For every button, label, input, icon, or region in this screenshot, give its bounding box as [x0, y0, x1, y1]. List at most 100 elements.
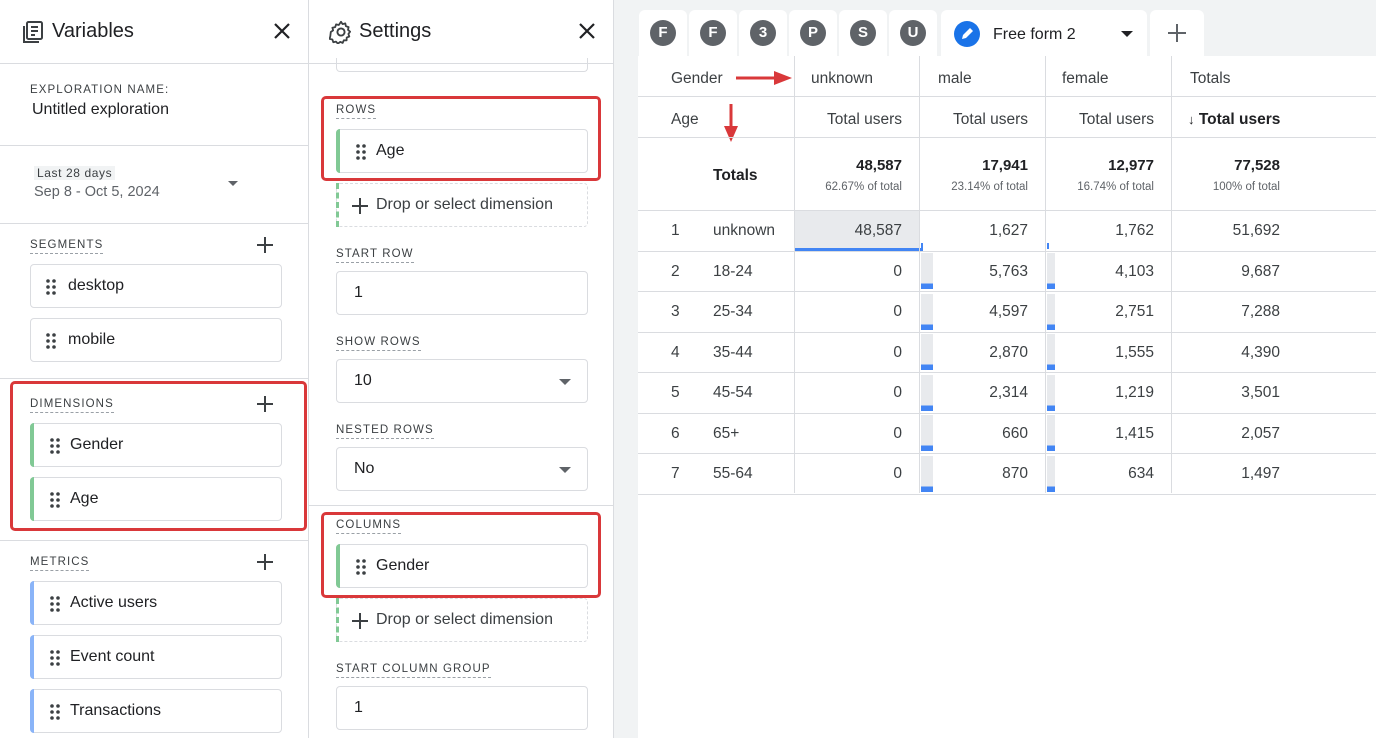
table-cell: 1,555	[1115, 343, 1154, 361]
rows-dimension-chip[interactable]: Age	[336, 129, 588, 173]
tab-letter: F	[700, 20, 726, 46]
start-row-input[interactable]: 1	[336, 271, 588, 315]
tab-u[interactable]: U	[889, 10, 937, 56]
start-row-label: START ROW	[336, 248, 414, 263]
close-icon[interactable]	[575, 19, 599, 43]
add-tab-button[interactable]	[1150, 10, 1204, 56]
start-column-group-value: 1	[354, 699, 363, 716]
ga4-exploration: Variables EXPLORATION NAME: Untitled exp…	[0, 0, 1376, 738]
exploration-canvas: F F 3 P S U Free form 2 Gender unknown m…	[638, 0, 1376, 738]
table-row[interactable]: 6 65+ 0 660 1,415 2,057	[638, 414, 1376, 454]
tab-f1[interactable]: F	[639, 10, 687, 56]
add-dimension-icon[interactable]	[255, 394, 275, 414]
segment-chip[interactable]: mobile	[30, 318, 282, 362]
dimension-chip-gender[interactable]: Gender	[30, 423, 282, 467]
drop-zone-label: Drop or select dimension	[376, 611, 553, 628]
value-bar	[1047, 455, 1055, 492]
plus-icon	[352, 198, 368, 214]
table-cell: 4,597	[989, 303, 1028, 320]
show-rows-select[interactable]: 10	[336, 359, 588, 403]
segment-chip[interactable]: desktop	[30, 264, 282, 308]
exploration-name-label: EXPLORATION NAME:	[30, 84, 170, 96]
sort-arrow-icon: ↓	[1188, 112, 1195, 127]
table-cell: 7,288	[1241, 303, 1280, 320]
row-index: 7	[671, 465, 680, 482]
value-bar	[1047, 374, 1055, 411]
show-rows-label: SHOW ROWS	[336, 336, 421, 351]
column-header-unknown[interactable]: unknown	[811, 70, 873, 88]
columns-dimension-chip[interactable]: Gender	[336, 544, 588, 588]
rows-label: ROWS	[336, 104, 377, 119]
rows-dimension-label: Age	[376, 142, 405, 159]
row-dimension-header[interactable]: Age	[671, 111, 699, 129]
panel-gutter	[614, 0, 638, 738]
value-bar	[921, 374, 933, 411]
add-metric-icon[interactable]	[255, 552, 275, 572]
drop-zone-label: Drop or select dimension	[376, 196, 553, 213]
row-divider	[638, 493, 1376, 495]
metric-color-bar	[30, 581, 34, 625]
close-icon[interactable]	[270, 19, 294, 43]
table-row[interactable]: 7 55-64 0 870 634 1,497	[638, 454, 1376, 495]
exploration-name-input[interactable]: Untitled exploration	[32, 101, 169, 119]
table-cell: 2,751	[1115, 303, 1154, 320]
columns-drop-zone[interactable]: Drop or select dimension	[336, 598, 588, 642]
table-cell: 0	[893, 424, 902, 442]
variables-panel: Variables EXPLORATION NAME: Untitled exp…	[0, 0, 309, 738]
table-row[interactable]: 4 35-44 0 2,870 1,555 4,390	[638, 333, 1376, 373]
metric-label: Event count	[70, 648, 155, 665]
table-cell: 2,314	[989, 384, 1028, 401]
tab-f2[interactable]: F	[689, 10, 737, 56]
row-index: 4	[671, 343, 680, 361]
table-row[interactable]: 5 45-54 0 2,314 1,219 3,501	[638, 373, 1376, 414]
column-header-male[interactable]: male	[938, 70, 972, 88]
row-age-label: 18-24	[713, 262, 753, 280]
column-dimension-header[interactable]: Gender	[671, 70, 723, 88]
table-row[interactable]: 2 18-24 0 5,763 4,103 9,687	[638, 252, 1376, 292]
column-header-female[interactable]: female	[1062, 70, 1109, 88]
row-age-label: 35-44	[713, 343, 753, 361]
dimension-color-bar	[336, 544, 340, 588]
row-index: 2	[671, 262, 680, 280]
metric-header[interactable]: Total users	[1047, 111, 1154, 129]
table-cell: 1,415	[1115, 424, 1154, 442]
table-cell: 9,687	[1241, 262, 1280, 280]
value-bar	[921, 455, 933, 492]
rows-drop-zone[interactable]: Drop or select dimension	[336, 183, 588, 227]
metric-header[interactable]: Total users	[921, 111, 1028, 129]
metric-chip-transactions[interactable]: Transactions	[30, 689, 282, 733]
add-segment-icon[interactable]	[255, 235, 275, 255]
tab-3[interactable]: 3	[739, 10, 787, 56]
tab-menu-chevron-icon[interactable]	[1121, 31, 1133, 37]
metric-header-sorted[interactable]: ↓ Total users	[1188, 111, 1280, 129]
tab-free-form-2[interactable]: Free form 2	[941, 10, 1147, 56]
table-cell: 0	[893, 343, 902, 361]
table-row[interactable]: 1 unknown 48,587 1,627 1,762 51,692	[638, 211, 1376, 252]
metric-chip-event-count[interactable]: Event count	[30, 635, 282, 679]
total-percent: 100% of total	[1212, 181, 1280, 193]
dimension-label: Gender	[70, 436, 124, 453]
tab-bar: F F 3 P S U Free form 2	[638, 0, 1376, 56]
row-index: 6	[671, 424, 680, 442]
nested-rows-select[interactable]: No	[336, 447, 588, 491]
start-column-group-input[interactable]: 1	[336, 686, 588, 730]
metric-color-bar	[30, 635, 34, 679]
metric-chip-active-users[interactable]: Active users	[30, 581, 282, 625]
metric-label: Active users	[70, 594, 158, 611]
tab-letter: S	[850, 20, 876, 46]
table-cell: 1,762	[1115, 222, 1154, 239]
drag-handle-icon	[50, 650, 60, 666]
date-range-picker[interactable]: Last 28 days Sep 8 - Oct 5, 2024	[30, 160, 250, 210]
table-cell: 1,219	[1115, 384, 1154, 401]
value-bar	[1047, 415, 1055, 451]
drag-handle-icon	[356, 559, 366, 575]
tab-p[interactable]: P	[789, 10, 837, 56]
tab-s[interactable]: S	[839, 10, 887, 56]
metric-header[interactable]: Total users	[795, 111, 902, 129]
row-age-label: 25-34	[713, 303, 753, 320]
table-row[interactable]: 3 25-34 0 4,597 2,751 7,288	[638, 292, 1376, 333]
table-cell: 0	[893, 303, 902, 320]
dimension-chip-age[interactable]: Age	[30, 477, 282, 521]
drag-handle-icon	[46, 333, 56, 349]
value-bar	[921, 253, 933, 289]
